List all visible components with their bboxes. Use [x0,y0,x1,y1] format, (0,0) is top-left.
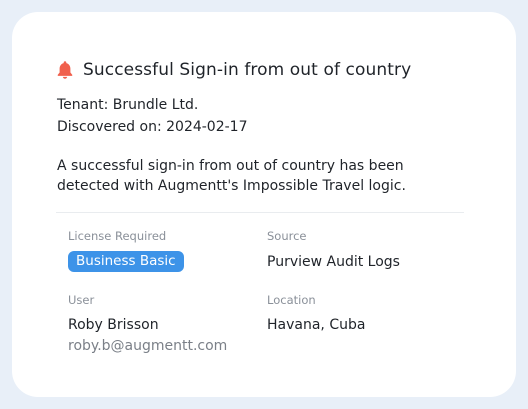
description-line-1: A successful sign-in from out of country… [57,158,404,174]
page-background: Successful Sign-in from out of country T… [0,0,528,409]
alert-header: Successful Sign-in from out of country [56,60,411,80]
license-label: License Required [68,229,167,243]
divider [56,212,464,213]
source-value: Purview Audit Logs [267,254,400,270]
description-line-2: detected with Augmentt's Impossible Trav… [57,178,406,194]
bell-icon [56,60,74,80]
location-value: Havana, Cuba [267,317,366,333]
user-label: User [68,293,95,307]
alert-description: A successful sign-in from out of country… [57,156,457,196]
user-email: roby.b@augmentt.com [68,338,228,354]
license-badge: Business Basic [68,251,184,272]
user-name: Roby Brisson [68,317,159,333]
tenant-text: Tenant: Brundle Ltd. [57,97,199,113]
alert-title: Successful Sign-in from out of country [83,60,412,80]
discovered-date: Discovered on: 2024-02-17 [57,119,248,135]
location-label: Location [267,293,316,307]
source-label: Source [267,229,307,243]
